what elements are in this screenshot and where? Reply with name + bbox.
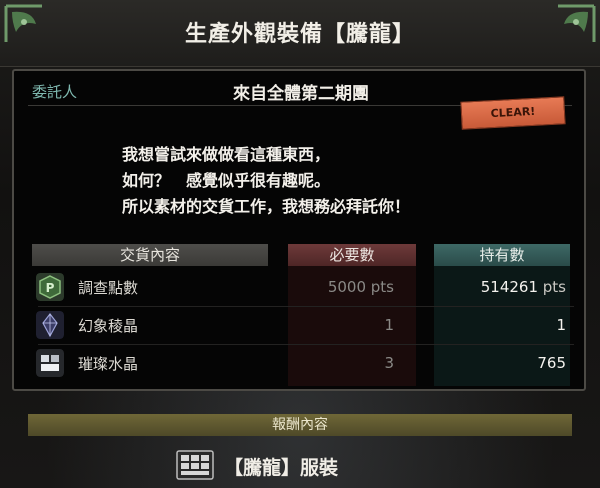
owned-value: 765 bbox=[537, 354, 566, 372]
phantom-crystal-icon bbox=[36, 311, 64, 339]
message-line: 所以素材的交貨工作，我想務必拜託你！ bbox=[122, 197, 411, 216]
owned-value: 1 bbox=[556, 316, 566, 334]
header-owned: 持有數 bbox=[434, 244, 570, 266]
owned-value: 514261 pts bbox=[480, 278, 566, 296]
quest-panel: 委託人 來自全體第二期團 CLEAR! 我想嘗試來做做看這種東西， 如何？ 感覺… bbox=[12, 69, 586, 391]
item-name: 幻象稜晶 bbox=[78, 317, 139, 335]
bright-crystal-icon bbox=[36, 349, 64, 377]
message-line: 如何？ 感覺似乎很有趣呢。 bbox=[122, 171, 331, 190]
research-points-icon: P bbox=[36, 273, 64, 301]
clear-stamp: CLEAR! bbox=[460, 96, 566, 130]
required-value: 3 bbox=[384, 354, 394, 372]
quest-message: 我想嘗試來做做看這種東西， 如何？ 感覺似乎很有趣呢。 所以素材的交貨工作，我想… bbox=[122, 142, 562, 220]
header-delivery-items: 交貨內容 bbox=[32, 244, 268, 266]
required-value: 1 bbox=[384, 316, 394, 334]
message-line: 我想嘗試來做做看這種東西， bbox=[122, 145, 331, 164]
table-row[interactable]: P 調查點數 5000 pts 514261 pts bbox=[28, 269, 574, 307]
page-title: 生產外觀裝備【騰龍】 bbox=[184, 22, 415, 47]
header-required: 必要數 bbox=[288, 244, 416, 266]
header: 生產外觀裝備【騰龍】 bbox=[0, 0, 600, 67]
reward-header: 報酬內容 bbox=[28, 414, 572, 436]
armor-set-icon bbox=[176, 450, 214, 480]
reward-item-name: 【騰龍】服裝 bbox=[224, 457, 339, 479]
table-row[interactable]: 幻象稜晶 1 1 bbox=[28, 307, 574, 345]
item-name: 璀璨水晶 bbox=[78, 355, 139, 373]
item-name: 調查點數 bbox=[78, 279, 139, 297]
required-value: 5000 pts bbox=[327, 278, 394, 296]
svg-text:P: P bbox=[46, 281, 55, 295]
table-row[interactable]: 璀璨水晶 3 765 bbox=[28, 345, 574, 383]
